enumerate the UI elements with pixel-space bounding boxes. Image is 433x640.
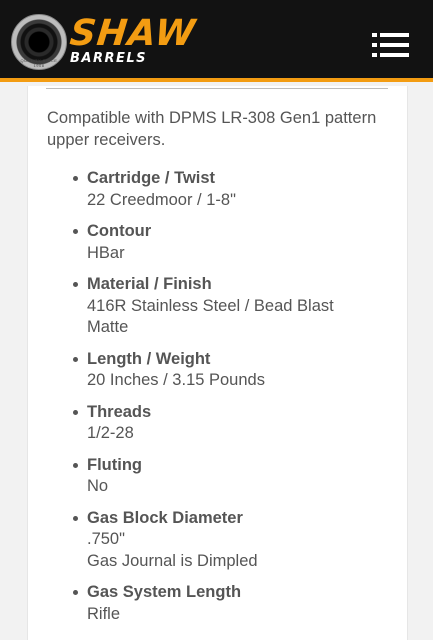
spec-value: Gas Journal is Dimpled — [87, 551, 258, 570]
registered-mark: ® — [190, 20, 196, 27]
spec-label: Length / Weight — [87, 349, 211, 368]
site-header: QUALITY SINCE 1908 SHAW ® BARRELS — [0, 0, 433, 82]
brand-name[interactable]: SHAW — [68, 13, 198, 54]
spec-item: Fluting No — [28, 455, 409, 498]
spec-item: Cartridge / Twist 22 Creedmoor / 1-8" — [28, 168, 409, 211]
spec-value: 20 Inches / 3.15 Pounds — [87, 371, 265, 389]
product-details-panel: Compatible with DPMS LR-308 Gen1 pattern… — [27, 86, 408, 640]
spec-value: HBar — [87, 243, 125, 262]
spec-value: 416R Stainless Steel / Bead Blast — [87, 296, 334, 315]
compatibility-text: Compatible with DPMS LR-308 Gen1 pattern… — [47, 109, 377, 149]
spec-label: Gas Block Diameter — [87, 508, 243, 527]
spec-label: Cartridge / Twist — [87, 169, 216, 187]
spec-item: Length / Weight 20 Inches / 3.15 Pounds — [28, 349, 409, 392]
spec-item: Threads 1/2-28 — [28, 402, 409, 445]
section-divider — [46, 88, 388, 89]
spec-value: Matte — [87, 318, 129, 336]
spec-value: No — [87, 477, 109, 495]
spec-item: Gas System Length Rifle — [28, 582, 409, 625]
logo-ring-text: QUALITY SINCE 1908 — [20, 58, 58, 68]
spec-label: Fluting — [87, 455, 142, 474]
spec-label: Threads — [87, 402, 152, 421]
spec-label: Material / Finish — [87, 275, 212, 293]
spec-value: Rifle — [87, 604, 121, 623]
spec-value: 22 Creedmoor / 1-8" — [87, 190, 236, 209]
spec-value: .750" — [87, 530, 125, 548]
spec-label: Gas System Length — [87, 583, 242, 601]
spec-item: Gas Block Diameter .750" Gas Journal is Di… — [28, 508, 409, 573]
hamburger-menu-icon — [372, 33, 409, 57]
spec-value: 1/2-28 — [87, 424, 134, 442]
spec-item: Material / Finish 416R Stainless Steel / … — [28, 274, 409, 339]
spec-label: Contour — [87, 222, 152, 240]
brand-sub[interactable]: BARRELS — [70, 52, 147, 65]
spec-item: Contour HBar — [28, 221, 409, 264]
menu-button[interactable] — [372, 30, 410, 60]
spec-list: Cartridge / Twist 22 Creedmoor / 1-8" Cont… — [28, 168, 409, 635]
